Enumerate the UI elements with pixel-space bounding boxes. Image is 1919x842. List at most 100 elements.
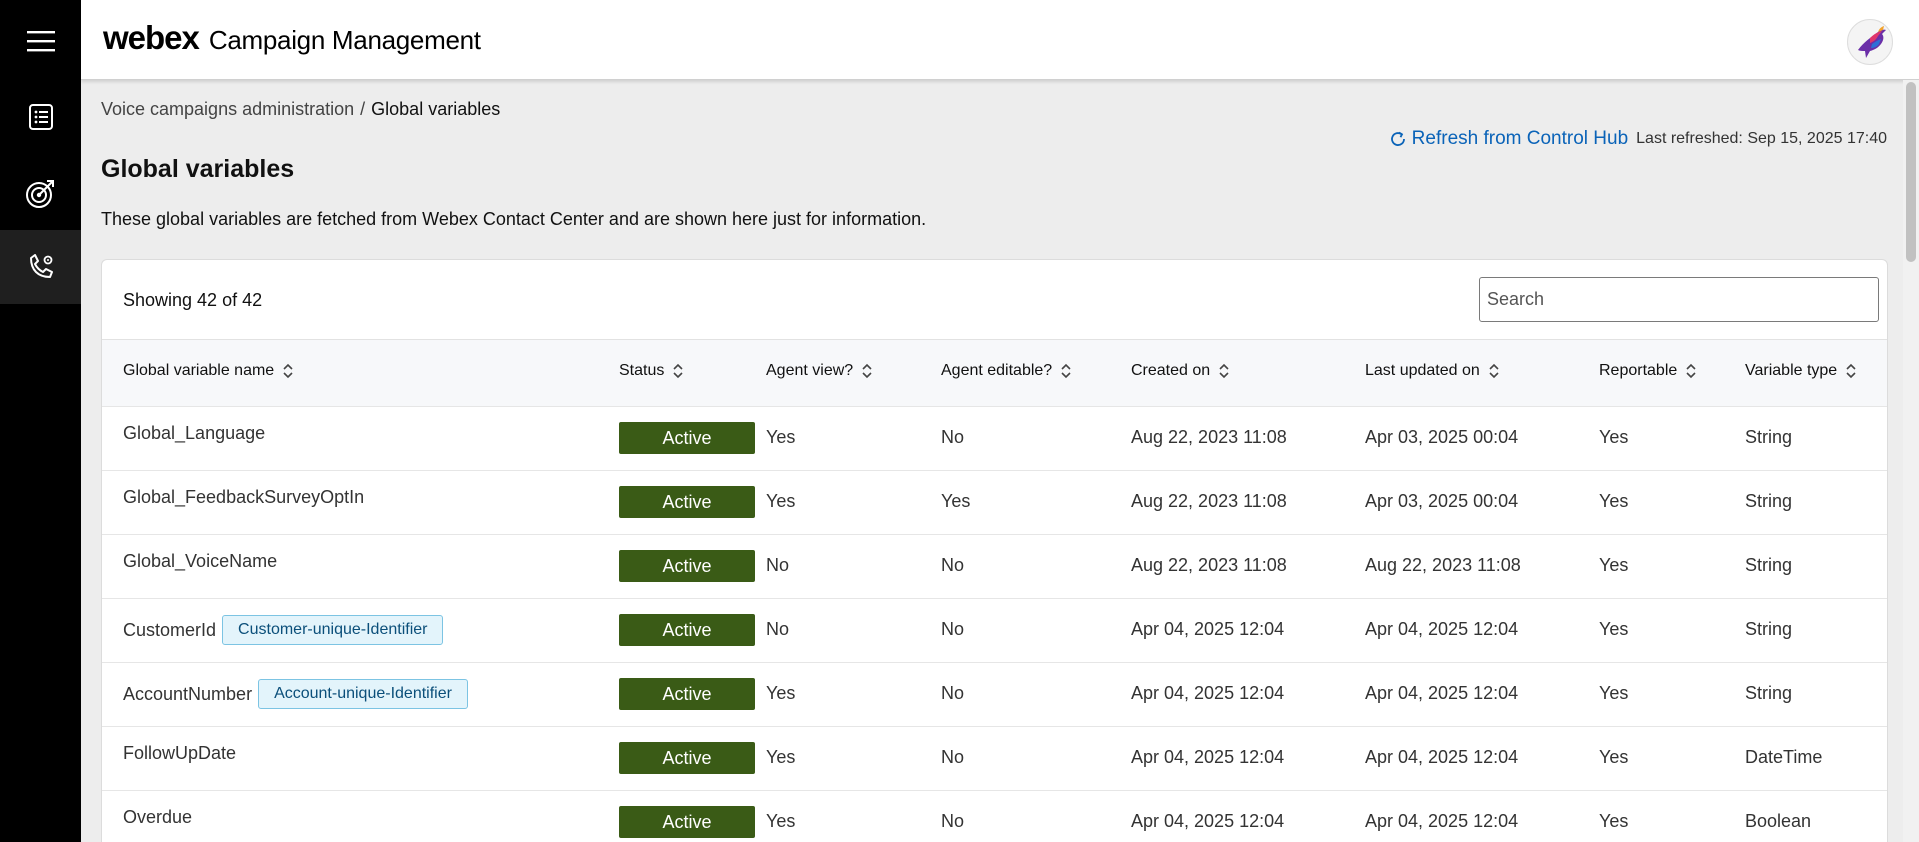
list-icon <box>28 104 53 130</box>
column-header-created-on[interactable]: Created on <box>1131 362 1230 380</box>
nav-list-button[interactable] <box>0 80 81 154</box>
agent-view-cell: No <box>766 619 790 639</box>
search-input[interactable] <box>1479 277 1879 322</box>
table-row[interactable]: AccountNumber Account-unique-Identifier A… <box>102 663 1887 727</box>
sort-icon <box>1061 363 1071 379</box>
sort-icon <box>283 363 293 379</box>
variable-type-cell: String <box>1745 683 1793 703</box>
table-row[interactable]: FollowUpDate Active Yes No Apr 04, 2025 … <box>102 727 1887 791</box>
menu-button[interactable] <box>0 4 81 78</box>
breadcrumb-parent-link[interactable]: Voice campaigns administration <box>101 99 354 119</box>
table-header: Global variable name Status Agent view? … <box>102 340 1887 407</box>
agent-view-cell: Yes <box>766 427 796 447</box>
variable-type-cell: String <box>1745 491 1793 511</box>
last-updated-cell: Apr 04, 2025 12:04 <box>1365 747 1519 767</box>
sort-icon <box>1846 363 1856 379</box>
reportable-cell: Yes <box>1599 491 1629 511</box>
agent-view-cell: Yes <box>766 683 796 703</box>
column-label: Last updated on <box>1365 362 1480 379</box>
variable-name: FollowUpDate <box>123 743 237 763</box>
app-brand: webex Campaign Management <box>103 19 481 57</box>
variable-name-cell: AccountNumber Account-unique-Identifier <box>123 679 468 709</box>
breadcrumb: Voice campaigns administration / Global va… <box>101 99 500 120</box>
identifier-tag: Account-unique-Identifier <box>258 679 468 709</box>
variable-name: Global_VoiceName <box>123 551 278 571</box>
nav-campaigns-button[interactable] <box>0 156 81 230</box>
agent-editable-cell: No <box>941 683 965 703</box>
app-header: webex Campaign Management <box>81 0 1919 80</box>
column-header-status[interactable]: Status <box>619 362 684 380</box>
status-badge: Active <box>619 806 755 838</box>
page-scrollbar[interactable] <box>1903 80 1919 842</box>
results-count: Showing 42 of 42 <box>123 290 263 310</box>
variable-name: AccountNumber <box>123 683 253 704</box>
variable-name-cell: FollowUpDate <box>123 743 236 764</box>
variable-name-cell: Global_Language <box>123 423 265 444</box>
column-header-name[interactable]: Global variable name <box>123 362 294 380</box>
target-icon <box>25 180 54 208</box>
reportable-cell: Yes <box>1599 619 1629 639</box>
global-variables-card: Showing 42 of 42 Global variable name St… <box>101 259 1888 842</box>
table-row[interactable]: Global_FeedbackSurveyOptIn Active Yes Ye… <box>102 471 1887 535</box>
identifier-tag: Customer-unique-Identifier <box>222 615 444 645</box>
last-updated-cell: Apr 03, 2025 00:04 <box>1365 427 1519 447</box>
variable-type-cell: Boolean <box>1745 811 1812 831</box>
agent-editable-cell: No <box>941 747 965 767</box>
reportable-cell: Yes <box>1599 683 1629 703</box>
bird-avatar-icon <box>1858 26 1886 58</box>
reportable-cell: Yes <box>1599 747 1629 767</box>
column-label: Created on <box>1131 362 1211 379</box>
column-header-agent-view[interactable]: Agent view? <box>766 362 873 380</box>
nav-voice-admin-button[interactable] <box>0 230 81 304</box>
status-badge: Active <box>619 550 755 582</box>
status-badge: Active <box>619 614 755 646</box>
agent-editable-cell: Yes <box>941 491 971 511</box>
page-description: These global variables are fetched from … <box>101 209 927 229</box>
created-on-cell: Apr 04, 2025 12:04 <box>1131 811 1285 831</box>
variable-name: CustomerId <box>123 619 217 640</box>
variable-name: Overdue <box>123 807 193 827</box>
reportable-cell: Yes <box>1599 811 1629 831</box>
refresh-label: Refresh from Control Hub <box>1411 128 1629 149</box>
sort-icon <box>1686 363 1696 379</box>
variable-name-cell: Global_FeedbackSurveyOptIn <box>123 487 364 508</box>
last-updated-cell: Apr 04, 2025 12:04 <box>1365 619 1519 639</box>
refresh-from-control-hub-button[interactable]: Refresh from Control Hub <box>1389 128 1628 150</box>
user-avatar[interactable] <box>1847 19 1893 65</box>
created-on-cell: Apr 04, 2025 12:04 <box>1131 683 1285 703</box>
reportable-cell: Yes <box>1599 555 1629 575</box>
column-label: Agent editable? <box>941 362 1053 379</box>
variable-type-cell: DateTime <box>1745 747 1823 767</box>
table-row[interactable]: Global_Language Active Yes No Aug 22, 20… <box>102 407 1887 471</box>
status-badge: Active <box>619 678 755 710</box>
scrollbar-thumb[interactable] <box>1906 82 1916 262</box>
table-row[interactable]: CustomerId Customer-unique-Identifier Act… <box>102 599 1887 663</box>
sort-icon <box>862 363 872 379</box>
status-badge: Active <box>619 486 755 518</box>
column-header-variable-type[interactable]: Variable type <box>1745 362 1857 380</box>
reportable-cell: Yes <box>1599 427 1629 447</box>
variable-type-cell: String <box>1745 619 1793 639</box>
column-header-reportable[interactable]: Reportable <box>1599 362 1697 380</box>
column-label: Variable type <box>1745 362 1838 379</box>
column-header-agent-editable[interactable]: Agent editable? <box>941 362 1072 380</box>
agent-view-cell: Yes <box>766 811 796 831</box>
column-label: Reportable <box>1599 362 1678 379</box>
agent-view-cell: Yes <box>766 747 796 767</box>
left-nav-rail <box>0 0 81 842</box>
last-updated-cell: Aug 22, 2023 11:08 <box>1365 555 1521 575</box>
breadcrumb-current: Global variables <box>371 99 501 119</box>
sort-icon <box>1489 363 1499 379</box>
column-header-last-updated[interactable]: Last updated on <box>1365 362 1500 380</box>
table-row[interactable]: Overdue Active Yes No Apr 04, 2025 12:04… <box>102 791 1887 842</box>
last-updated-cell: Apr 04, 2025 12:04 <box>1365 683 1519 703</box>
created-on-cell: Apr 04, 2025 12:04 <box>1131 747 1285 767</box>
table-row[interactable]: Global_VoiceName Active No No Aug 22, 20… <box>102 535 1887 599</box>
agent-editable-cell: No <box>941 427 965 447</box>
agent-editable-cell: No <box>941 619 965 639</box>
card-toolbar: Showing 42 of 42 <box>102 260 1887 340</box>
variable-name: Global_Language <box>123 423 266 443</box>
last-updated-cell: Apr 04, 2025 12:04 <box>1365 811 1519 831</box>
sort-icon <box>673 363 683 379</box>
app-title: Campaign Management <box>208 25 481 55</box>
